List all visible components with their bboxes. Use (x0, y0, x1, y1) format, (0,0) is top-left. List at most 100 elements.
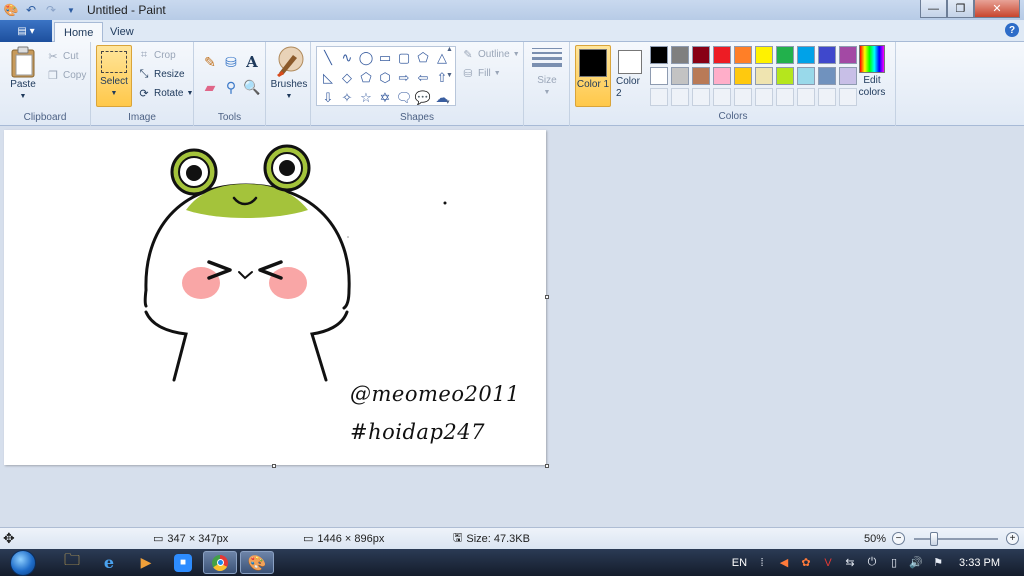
palette-swatch-empty[interactable] (776, 88, 794, 106)
palette-swatch-empty[interactable] (713, 88, 731, 106)
drawing-canvas[interactable]: @meomeo2011 #hoidap247 (4, 130, 546, 465)
palette-swatch-1-9[interactable] (839, 46, 857, 64)
speaker-muted-icon[interactable]: ◀ (777, 556, 791, 570)
app-icon[interactable]: 🎨 (3, 2, 19, 18)
oval-shape-icon[interactable]: ◯ (357, 48, 375, 67)
palette-swatch-1-0[interactable] (650, 46, 668, 64)
palette-swatch-1-3[interactable] (713, 46, 731, 64)
tab-home[interactable]: Home (54, 22, 104, 42)
palette-swatch-2-8[interactable] (818, 67, 836, 85)
fill-button[interactable]: ⛁ Fill ▼ (461, 64, 500, 82)
palette-swatch-1-2[interactable] (692, 46, 710, 64)
palette-swatch-1-6[interactable] (776, 46, 794, 64)
input-method-icon[interactable]: ⁞ (755, 556, 769, 570)
palette-swatch-1-4[interactable] (734, 46, 752, 64)
resize-button[interactable]: ⤡ Resize (137, 65, 185, 83)
palette-swatch-1-7[interactable] (797, 46, 815, 64)
power-icon[interactable]: ⏻ (865, 556, 879, 570)
palette-swatch-empty[interactable] (671, 88, 689, 106)
canvas-resize-handle-bottom[interactable] (272, 464, 276, 468)
palette-swatch-empty[interactable] (692, 88, 710, 106)
palette-swatch-2-2[interactable] (692, 67, 710, 85)
taskbar-chrome[interactable] (203, 551, 237, 574)
taskbar-zoom[interactable]: ■ (166, 551, 200, 574)
palette-swatch-2-5[interactable] (755, 67, 773, 85)
taskbar-internet-explorer[interactable]: e (92, 551, 126, 574)
color2-button[interactable]: Color 2 (616, 45, 644, 100)
tab-view[interactable]: View (101, 22, 143, 42)
expand-gallery-icon[interactable]: ▾ (446, 98, 456, 106)
color-picker-icon[interactable]: ⚲ (221, 77, 241, 97)
fill-bucket-icon[interactable]: ⛁ (221, 52, 241, 72)
taskbar-explorer[interactable]: 🗀 (55, 551, 89, 574)
canvas-resize-handle-right[interactable] (545, 295, 549, 299)
action-center-icon[interactable]: ⚑ (931, 556, 945, 570)
rotate-button[interactable]: ⟳ Rotate ▼ (137, 84, 193, 102)
network-icon[interactable]: ⇆ (843, 556, 857, 570)
five-point-star-shape-icon[interactable]: ☆ (357, 88, 375, 107)
taskbar-media-player[interactable]: ▶ (129, 551, 163, 574)
rectangle-shape-icon[interactable]: ▭ (376, 48, 394, 67)
callout-rect-shape-icon[interactable]: 🗨 (395, 88, 413, 107)
right-arrow-shape-icon[interactable]: ⇨ (395, 68, 413, 87)
redo-icon[interactable]: ↷ (43, 2, 59, 18)
palette-swatch-empty[interactable] (755, 88, 773, 106)
palette-swatch-2-6[interactable] (776, 67, 794, 85)
edit-colors-button[interactable]: Edit colors (856, 45, 888, 99)
polygon-shape-icon[interactable]: ⬠ (414, 48, 432, 67)
eraser-icon[interactable]: ▰ (200, 77, 220, 97)
paint-menu-button[interactable]: ▤ ▾ (0, 20, 52, 42)
palette-swatch-empty[interactable] (734, 88, 752, 106)
palette-swatch-2-1[interactable] (671, 67, 689, 85)
zoom-in-button[interactable]: + (1006, 532, 1019, 545)
six-point-star-shape-icon[interactable]: ✡ (376, 88, 394, 107)
palette-swatch-empty[interactable] (818, 88, 836, 106)
cut-button[interactable]: ✂ Cut (46, 47, 78, 65)
app-tray-icon-1[interactable]: ✿ (799, 556, 813, 570)
start-button[interactable] (4, 549, 42, 576)
outline-button[interactable]: ✎ Outline ▼ (461, 45, 519, 63)
rounded-rectangle-shape-icon[interactable]: ▢ (395, 48, 413, 67)
hexagon-shape-icon[interactable]: ⬡ (376, 68, 394, 87)
palette-swatch-2-9[interactable] (839, 67, 857, 85)
customize-qat-icon[interactable]: ▼ (63, 2, 79, 18)
down-arrow-shape-icon[interactable]: ⇩ (319, 88, 337, 107)
select-button[interactable]: Select ▼ (96, 45, 132, 107)
palette-swatch-2-0[interactable] (650, 67, 668, 85)
undo-icon[interactable]: ↶ (23, 2, 39, 18)
curve-shape-icon[interactable]: ∿ (338, 48, 356, 67)
palette-swatch-1-8[interactable] (818, 46, 836, 64)
help-icon[interactable]: ? (1005, 23, 1019, 37)
color1-button[interactable]: Color 1 (575, 45, 611, 107)
battery-icon[interactable]: ▯ (887, 556, 901, 570)
palette-swatch-empty[interactable] (650, 88, 668, 106)
right-triangle-shape-icon[interactable]: ◺ (319, 68, 337, 87)
four-point-star-shape-icon[interactable]: ✧ (338, 88, 356, 107)
clock[interactable]: 3:33 PM (959, 557, 1000, 569)
copy-button[interactable]: ❐ Copy (46, 66, 86, 84)
pentagon-shape-icon[interactable]: ⬠ (357, 68, 375, 87)
volume-icon[interactable]: 🔊 (909, 556, 923, 570)
taskbar-paint[interactable]: 🎨 (240, 551, 274, 574)
zoom-slider-thumb[interactable] (930, 532, 938, 546)
diamond-shape-icon[interactable]: ◇ (338, 68, 356, 87)
language-indicator[interactable]: EN (732, 557, 747, 569)
zoom-out-button[interactable]: − (892, 532, 905, 545)
zoom-slider-track[interactable] (914, 538, 998, 540)
scroll-up-icon[interactable]: ▲ (446, 46, 456, 53)
palette-swatch-2-7[interactable] (797, 67, 815, 85)
magnifier-icon[interactable]: 🔍 (242, 77, 262, 97)
antivirus-icon[interactable]: V (821, 556, 835, 570)
text-tool-icon[interactable]: A (242, 52, 262, 72)
crop-button[interactable]: ⌗ Crop (137, 46, 176, 64)
canvas-resize-handle-corner[interactable] (545, 464, 549, 468)
palette-swatch-1-1[interactable] (671, 46, 689, 64)
brushes-button[interactable]: Brushes ▼ (270, 45, 308, 103)
left-arrow-shape-icon[interactable]: ⇦ (414, 68, 432, 87)
palette-swatch-empty[interactable] (839, 88, 857, 106)
minimize-button[interactable]: — (920, 0, 947, 18)
palette-swatch-2-4[interactable] (734, 67, 752, 85)
size-button[interactable]: Size ▼ (530, 48, 564, 99)
line-shape-icon[interactable]: ╲ (319, 48, 337, 67)
callout-oval-shape-icon[interactable]: 💬 (414, 88, 432, 107)
